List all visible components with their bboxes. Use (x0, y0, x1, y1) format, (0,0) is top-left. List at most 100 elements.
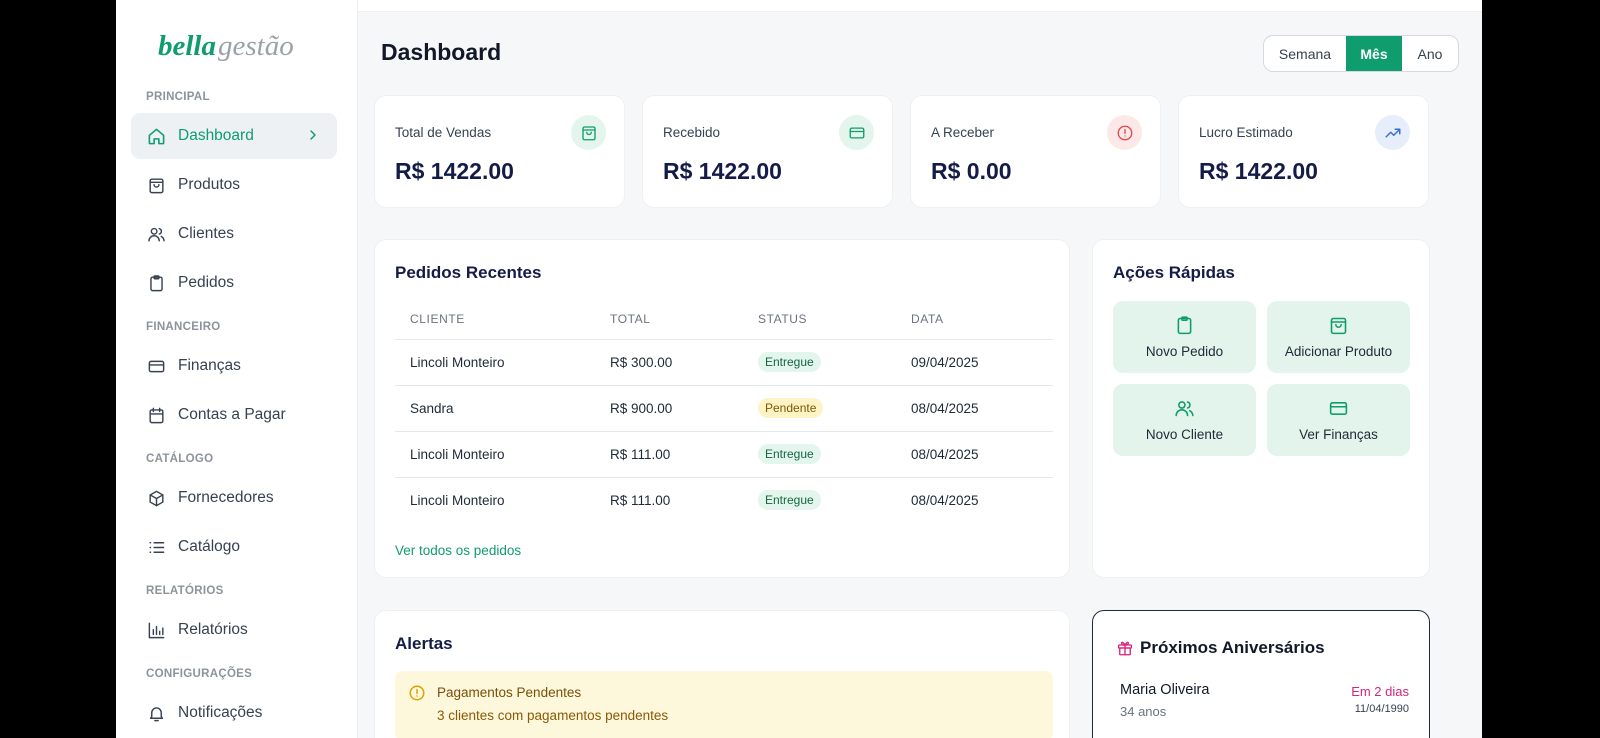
table-row[interactable]: Lincoli Monteiro R$ 111.00 Entregue 08/0… (395, 431, 1053, 478)
section-label-principal: PRINCIPAL (146, 91, 210, 103)
cell-status: Entregue (743, 431, 896, 478)
add-product-label: Adicionar Produto (1284, 344, 1393, 359)
brand-logo-part1: bella (158, 30, 216, 62)
top-bar (358, 0, 1482, 12)
home-icon (146, 126, 166, 146)
table-row[interactable]: Sandra R$ 900.00 Pendente 08/04/2025 (395, 385, 1053, 432)
alert-title: Pagamentos Pendentes (437, 685, 582, 700)
period-option-semana[interactable]: Semana (1264, 36, 1346, 71)
page-title: Dashboard (381, 39, 502, 65)
cell-data: 08/04/2025 (896, 431, 1053, 478)
sidebar-item-catalogo[interactable]: Catálogo (131, 524, 337, 570)
users-icon (146, 224, 166, 244)
list-icon (146, 537, 166, 557)
sidebar-item-produtos[interactable]: Produtos (131, 162, 337, 208)
column-header-cliente[interactable]: CLIENTE (395, 300, 595, 340)
app-window: bellagestão PRINCIPAL Dashboard Produtos… (116, 0, 1482, 738)
sidebar-item-label: Fornecedores (178, 489, 274, 506)
sidebar-item-clientes[interactable]: Clientes (131, 211, 337, 257)
birthdays-card: Próximos Aniversários Maria Oliveira 34 … (1092, 610, 1430, 738)
shopping-bag-icon (571, 115, 606, 150)
credit-card-icon (839, 115, 874, 150)
quick-actions-title: Ações Rápidas (1113, 263, 1235, 282)
cell-cliente: Lincoli Monteiro (395, 431, 595, 478)
new-order-label: Novo Pedido (1145, 344, 1224, 359)
shopping-bag-icon (1330, 317, 1347, 335)
package-icon (146, 488, 166, 508)
users-icon (1175, 401, 1194, 417)
clipboard-icon (146, 273, 166, 293)
sidebar-item-relatorios[interactable]: Relatórios (131, 607, 337, 653)
sidebar-item-label: Relatórios (178, 621, 248, 638)
alert-text: 3 clientes com pagamentos pendentes (437, 708, 669, 723)
section-label-relatorios: RELATÓRIOS (146, 585, 224, 597)
cell-total: R$ 300.00 (595, 339, 743, 386)
sidebar-item-label: Produtos (178, 176, 241, 193)
bell-icon (146, 703, 166, 723)
sidebar-item-fornecedores[interactable]: Fornecedores (131, 475, 337, 521)
stat-value: R$ 1422.00 (395, 158, 514, 184)
sidebar-item-pedidos[interactable]: Pedidos (131, 260, 337, 306)
birthday-name: Maria Oliveira (1120, 682, 1210, 698)
sidebar-item-label: Notificações (178, 704, 263, 721)
column-header-total[interactable]: TOTAL (595, 300, 743, 340)
bar-chart-icon (146, 620, 166, 640)
birthday-date: 11/04/1990 (1354, 703, 1409, 715)
birthdays-title: Próximos Aniversários (1140, 638, 1325, 657)
new-client-label: Novo Cliente (1145, 427, 1224, 442)
stat-card-lucro-estimado: Lucro Estimado R$ 1422.00 (1178, 95, 1429, 208)
status-badge: Entregue (758, 490, 821, 511)
stat-value: R$ 1422.00 (663, 158, 782, 184)
status-badge: Pendente (758, 398, 824, 418)
cell-data: 09/04/2025 (896, 339, 1053, 386)
alert-circle-icon (409, 685, 425, 701)
birthday-age: 34 anos (1120, 704, 1167, 719)
stat-value: R$ 1422.00 (1199, 158, 1318, 184)
sidebar-item-label: Catálogo (178, 538, 241, 555)
sidebar: bellagestão PRINCIPAL Dashboard Produtos… (116, 0, 358, 738)
cell-total: R$ 900.00 (595, 385, 743, 432)
recent-orders-title: Pedidos Recentes (395, 263, 542, 282)
view-all-orders-link[interactable]: Ver todos os pedidos (395, 543, 521, 558)
quick-actions-card: Ações Rápidas Novo Pedido Adicionar Prod… (1092, 239, 1430, 578)
status-badge: Entregue (758, 444, 821, 464)
brand-logo[interactable]: bellagestão (158, 28, 294, 64)
add-product-button[interactable]: Adicionar Produto (1267, 301, 1410, 373)
section-label-catalogo: CATÁLOGO (146, 453, 214, 465)
trending-up-icon (1375, 115, 1410, 150)
stat-value: R$ 0.00 (931, 158, 1012, 184)
alerts-card: Alertas Pagamentos Pendentes 3 clientes … (374, 610, 1070, 738)
chevron-right-icon (310, 130, 316, 140)
sidebar-item-financas[interactable]: Finanças (131, 343, 337, 389)
new-order-button[interactable]: Novo Pedido (1113, 301, 1256, 373)
table-row[interactable]: Lincoli Monteiro R$ 300.00 Entregue 09/0… (395, 339, 1053, 386)
calendar-icon (146, 405, 166, 425)
orders-table: CLIENTE TOTAL STATUS DATA Lincoli Montei… (395, 300, 1053, 523)
stat-label: Lucro Estimado (1199, 125, 1293, 140)
cell-status: Entregue (743, 339, 896, 386)
sidebar-item-label: Pedidos (178, 274, 235, 291)
period-option-ano[interactable]: Ano (1402, 36, 1458, 71)
birthday-countdown: Em 2 dias (1351, 684, 1409, 699)
alert-circle-icon (1107, 115, 1142, 150)
sidebar-item-dashboard[interactable]: Dashboard (131, 113, 337, 159)
section-label-financeiro: FINANCEIRO (146, 321, 221, 333)
column-header-status[interactable]: STATUS (743, 300, 896, 340)
table-header-row: CLIENTE TOTAL STATUS DATA (395, 300, 1053, 340)
cell-status: Pendente (743, 385, 896, 432)
column-header-data[interactable]: DATA (896, 300, 1053, 340)
period-option-mes[interactable]: Mês (1346, 36, 1402, 71)
alert-item[interactable]: Pagamentos Pendentes 3 clientes com paga… (395, 671, 1053, 738)
sidebar-item-label: Clientes (178, 225, 234, 242)
sidebar-item-notificacoes[interactable]: Notificações (131, 690, 337, 736)
sidebar-item-contas-a-pagar[interactable]: Contas a Pagar (131, 392, 337, 438)
status-badge: Entregue (758, 352, 821, 372)
cell-status: Entregue (743, 477, 896, 523)
table-row[interactable]: Lincoli Monteiro R$ 111.00 Entregue 08/0… (395, 477, 1053, 523)
view-finances-button[interactable]: Ver Finanças (1267, 384, 1410, 456)
clipboard-icon (1177, 316, 1192, 335)
alerts-title: Alertas (395, 634, 453, 653)
section-label-configuracoes: CONFIGURAÇÕES (146, 668, 253, 680)
new-client-button[interactable]: Novo Cliente (1113, 384, 1256, 456)
cell-cliente: Lincoli Monteiro (395, 339, 595, 386)
